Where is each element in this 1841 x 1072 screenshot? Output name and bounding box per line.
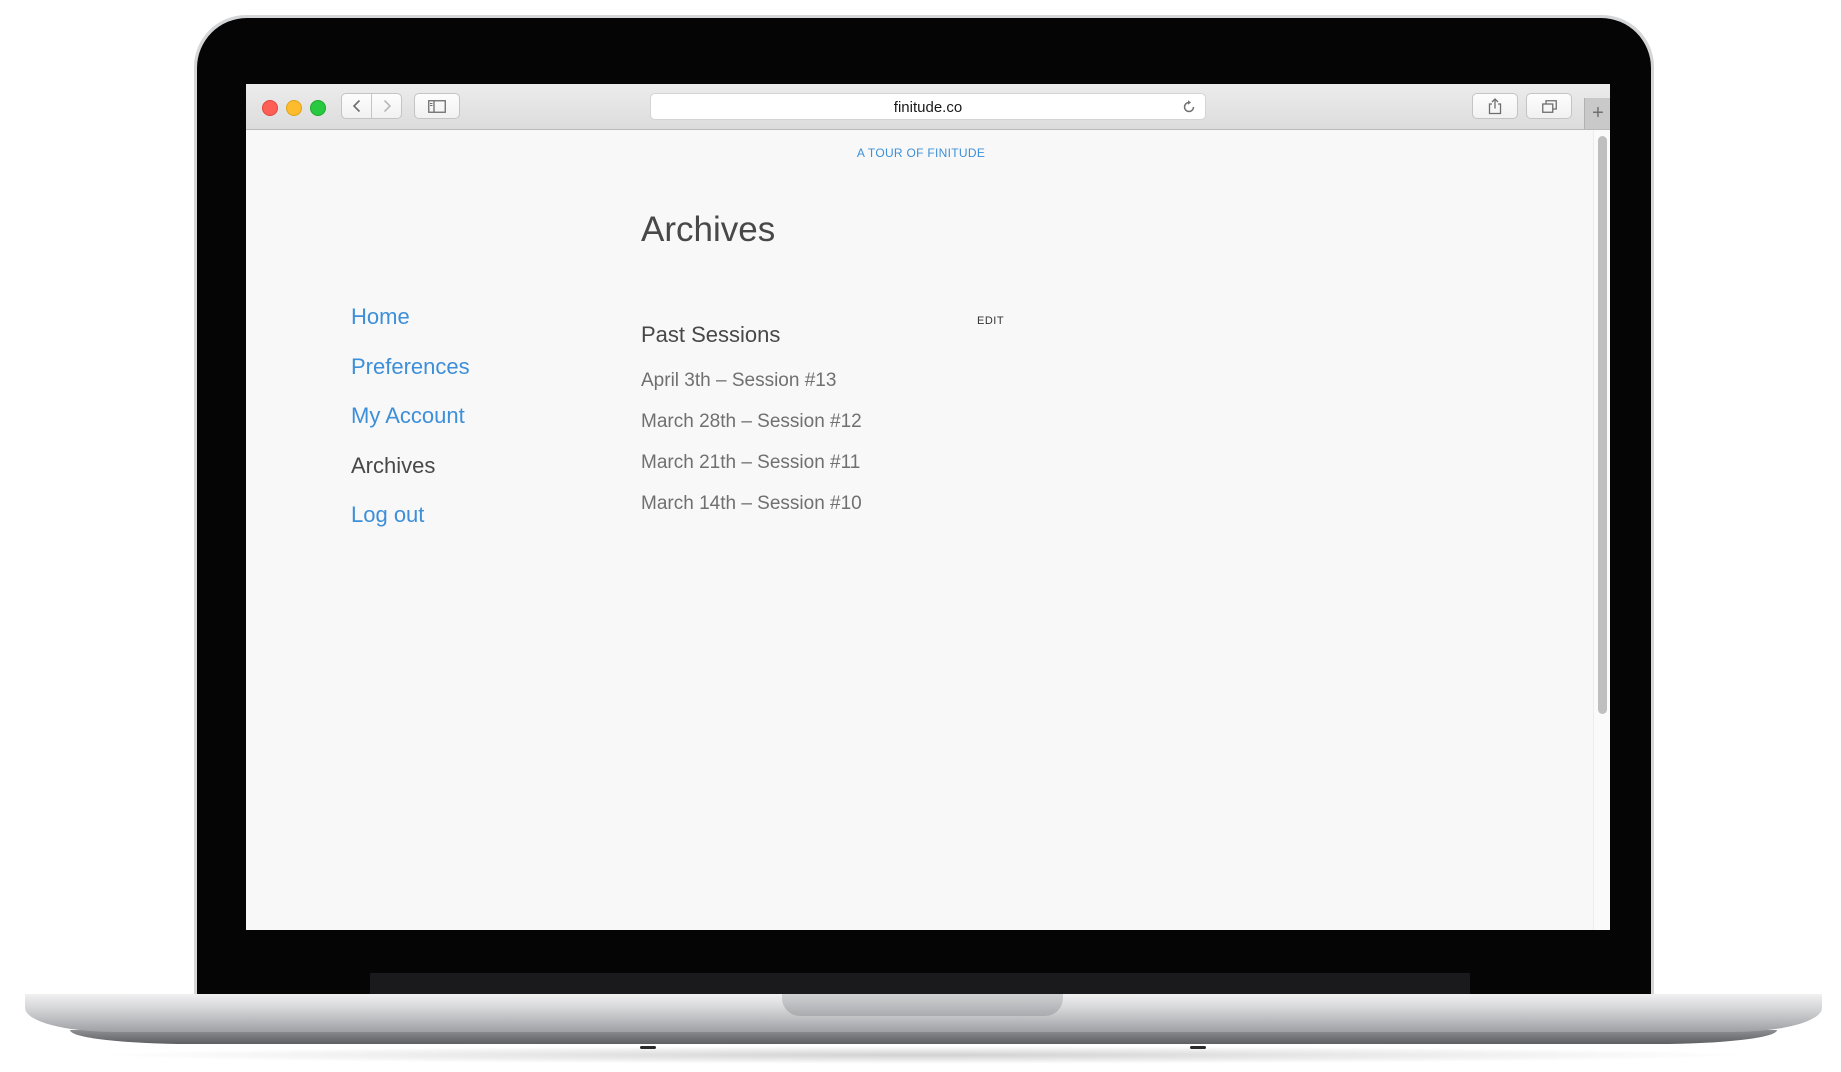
laptop-base-bottom bbox=[70, 1030, 1777, 1044]
session-item[interactable]: March 21th – Session #11 bbox=[641, 450, 862, 475]
page-title: Archives bbox=[641, 210, 776, 249]
nav-item-log-out[interactable]: Log out bbox=[351, 500, 470, 530]
lid-opening-notch bbox=[782, 994, 1063, 1016]
reload-icon[interactable] bbox=[1181, 99, 1197, 115]
session-item[interactable]: April 3th – Session #13 bbox=[641, 368, 862, 393]
sidebar-toggle-button[interactable] bbox=[414, 93, 460, 119]
laptop-foot bbox=[1190, 1046, 1206, 1049]
close-window-button[interactable] bbox=[262, 100, 278, 116]
session-list: April 3th – Session #13 March 28th – Ses… bbox=[641, 368, 862, 532]
share-button[interactable] bbox=[1472, 93, 1518, 119]
page-content: A TOUR OF FINITUDE Archives Home Prefere… bbox=[246, 130, 1610, 930]
forward-button[interactable] bbox=[371, 93, 402, 119]
zoom-window-button[interactable] bbox=[310, 100, 326, 116]
section-title: Past Sessions bbox=[641, 322, 781, 347]
laptop-foot bbox=[640, 1046, 656, 1049]
address-bar[interactable]: finitude.co bbox=[650, 93, 1206, 120]
nav-item-home[interactable]: Home bbox=[351, 302, 470, 332]
hinge bbox=[370, 973, 1470, 995]
floor-shadow bbox=[90, 1046, 1757, 1064]
url-text: finitude.co bbox=[893, 99, 963, 116]
browser-toolbar: finitude.co + bbox=[246, 84, 1610, 130]
minimize-window-button[interactable] bbox=[286, 100, 302, 116]
chevron-right-icon bbox=[383, 99, 391, 113]
edit-button[interactable]: EDIT bbox=[977, 315, 1004, 327]
show-tabs-button[interactable] bbox=[1526, 93, 1572, 119]
side-nav: Home Preferences My Account Archives Log… bbox=[351, 302, 470, 550]
share-icon bbox=[1488, 97, 1502, 114]
new-tab-button[interactable]: + bbox=[1584, 98, 1610, 129]
browser-window: finitude.co + A TOUR OF FINITUDE Archive… bbox=[246, 84, 1610, 930]
sidebar-icon bbox=[428, 99, 446, 113]
scrollbar-thumb[interactable] bbox=[1598, 136, 1607, 714]
tour-link[interactable]: A TOUR OF FINITUDE bbox=[246, 146, 1596, 160]
device-mockup: finitude.co + A TOUR OF FINITUDE Archive… bbox=[0, 0, 1841, 1072]
chevron-left-icon bbox=[352, 99, 360, 113]
session-item[interactable]: March 14th – Session #10 bbox=[641, 491, 862, 516]
tabs-overview-icon bbox=[1541, 99, 1557, 113]
nav-item-my-account[interactable]: My Account bbox=[351, 401, 470, 431]
nav-item-preferences[interactable]: Preferences bbox=[351, 352, 470, 382]
nav-item-archives[interactable]: Archives bbox=[351, 451, 470, 481]
plus-icon: + bbox=[1592, 102, 1604, 124]
back-button[interactable] bbox=[341, 93, 372, 119]
session-item[interactable]: March 28th – Session #12 bbox=[641, 409, 862, 434]
